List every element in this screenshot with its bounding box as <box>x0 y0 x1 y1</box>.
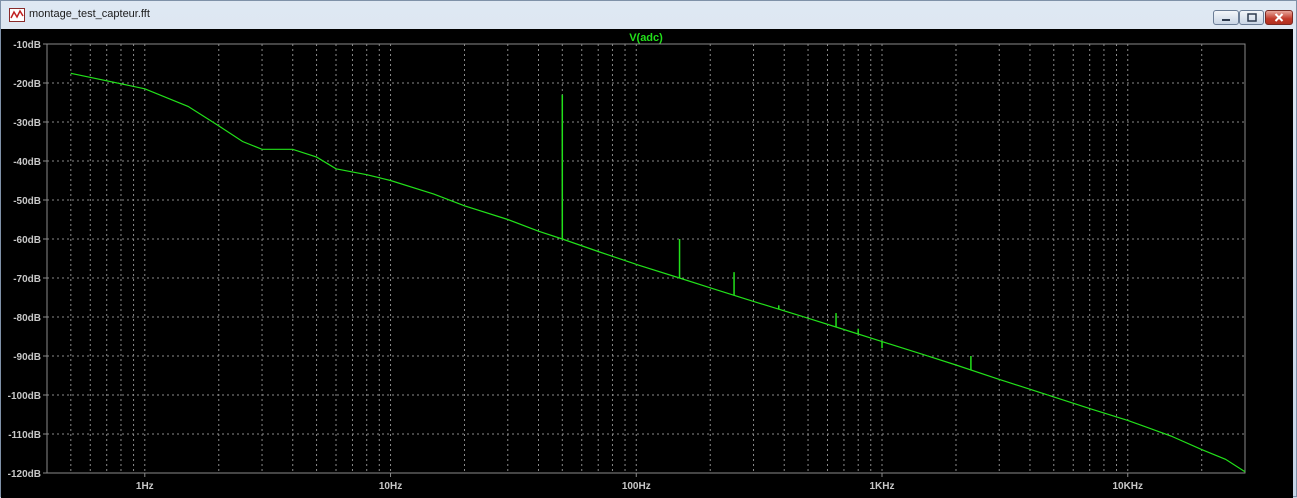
y-tick-label: -50dB <box>13 196 41 207</box>
maximize-icon <box>1246 13 1257 22</box>
y-tick-label: -70dB <box>13 274 41 285</box>
y-tick-label: -20dB <box>13 79 41 90</box>
y-tick-label: -40dB <box>13 157 41 168</box>
y-tick-label: -110dB <box>8 430 41 441</box>
x-tick-label: 1KHz <box>870 481 895 492</box>
x-tick-label: 10Hz <box>379 481 402 492</box>
y-tick-label: -10dB <box>13 40 41 51</box>
waveform-viewer-icon <box>9 8 25 22</box>
y-tick-label: -80dB <box>13 313 41 324</box>
x-tick-label: 10KHz <box>1112 481 1143 492</box>
close-icon <box>1274 13 1284 22</box>
y-tick-label: -30dB <box>13 118 41 129</box>
fft-waveform-window: montage_test_capteur.fft V(adc) -10dB -20… <box>0 0 1297 498</box>
y-tick-label: -120dB <box>8 469 41 480</box>
window-title: montage_test_capteur.fft <box>29 8 150 20</box>
close-button[interactable] <box>1265 10 1293 25</box>
minimize-icon <box>1222 18 1230 21</box>
y-tick-label: -100dB <box>8 391 41 402</box>
x-tick-label: 100Hz <box>622 481 651 492</box>
x-tick-label: 1Hz <box>136 481 154 492</box>
fft-plot[interactable]: V(adc) -10dB -20dB -30dB -40dB -50dB -60dB -70… <box>1 29 1293 498</box>
minimize-button[interactable] <box>1213 10 1239 25</box>
plot-frame-background <box>1 29 1293 498</box>
y-tick-label: -60dB <box>13 235 41 246</box>
y-tick-label: -90dB <box>13 352 41 363</box>
window-titlebar[interactable]: montage_test_capteur.fft <box>1 1 1296 29</box>
maximize-button[interactable] <box>1239 10 1264 25</box>
trace-label-vadc[interactable]: V(adc) <box>629 32 663 44</box>
